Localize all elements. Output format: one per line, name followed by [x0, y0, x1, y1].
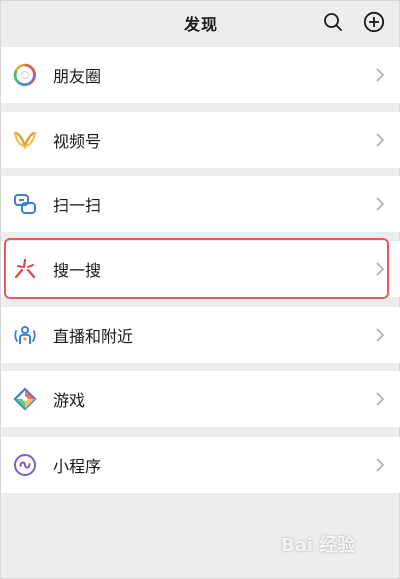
list-item-label: 扫一扫 — [53, 196, 102, 215]
watermark: Bai 经验 — [281, 535, 356, 556]
list-item-scan[interactable]: 扫一扫 — [1, 176, 400, 232]
moments-icon — [13, 63, 37, 87]
scan-icon — [13, 192, 37, 216]
page-title: 发现 — [183, 15, 218, 34]
list-item-channels[interactable]: 视频号 — [1, 112, 400, 168]
top-bar: 发现 — [1, 1, 400, 45]
plus-circle-icon[interactable] — [363, 11, 385, 33]
list-item-label: 游戏 — [53, 391, 86, 410]
list-item-games[interactable]: 游戏 — [1, 371, 400, 427]
list-item-mini-programs[interactable]: 小程序 — [1, 437, 400, 493]
list-item-live-nearby[interactable]: 直播和附近 — [1, 307, 400, 363]
list-item-label: 小程序 — [53, 457, 102, 476]
games-icon — [13, 387, 37, 411]
chevron-right-icon — [376, 133, 385, 147]
channels-icon — [13, 128, 37, 152]
search-icon[interactable] — [322, 11, 344, 33]
mini-programs-icon — [13, 453, 37, 477]
search-search-icon — [13, 257, 37, 281]
chevron-right-icon — [376, 197, 385, 211]
chevron-right-icon — [376, 68, 385, 82]
list-item-label: 搜一搜 — [53, 261, 102, 280]
list-item-label: 朋友圈 — [53, 67, 102, 86]
list-item-moments[interactable]: 朋友圈 — [1, 47, 400, 103]
chevron-right-icon — [376, 262, 385, 276]
chevron-right-icon — [376, 392, 385, 406]
live-nearby-icon — [13, 323, 37, 347]
chevron-right-icon — [376, 458, 385, 472]
chevron-right-icon — [376, 328, 385, 342]
list-item-search-search[interactable]: 搜一搜 — [1, 241, 400, 297]
list-item-label: 视频号 — [53, 132, 102, 151]
list-item-label: 直播和附近 — [53, 327, 134, 346]
